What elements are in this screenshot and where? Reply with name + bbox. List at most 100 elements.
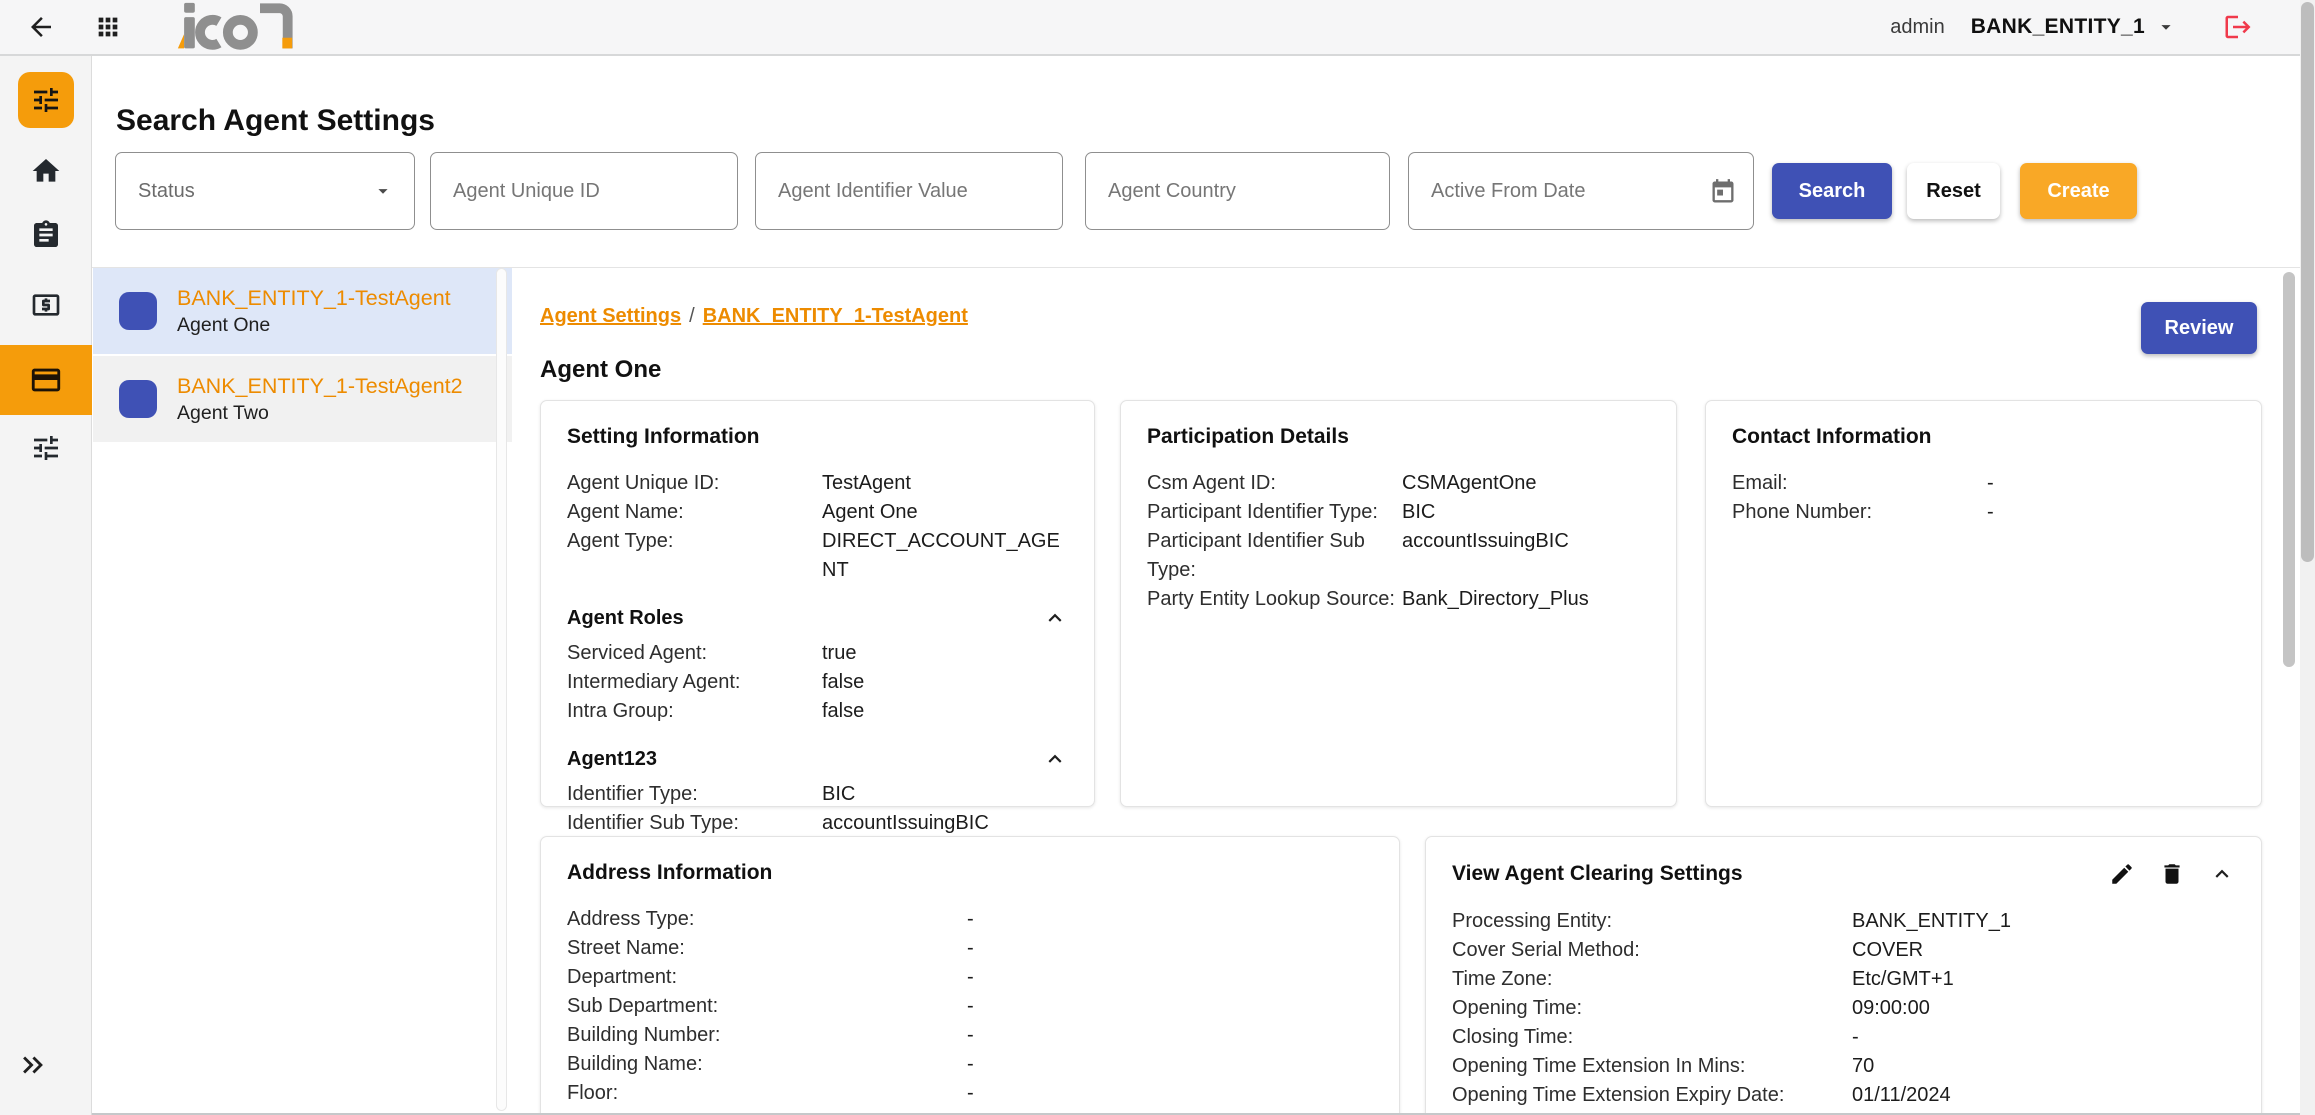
field-row: Department: -	[567, 963, 1373, 992]
agent-list-item[interactable]: BANK_ENTITY_1-TestAgent Agent One	[93, 268, 512, 354]
field-row: Processing Entity: BANK_ENTITY_1	[1452, 907, 2235, 936]
app-window: admin BANK_ENTITY_1 Se	[0, 0, 2315, 1115]
field-row: Building Name: -	[567, 1050, 1373, 1079]
clipboard-icon	[30, 219, 62, 251]
field-value: BIC	[822, 780, 1068, 809]
field-label: Participant Identifier Sub Type:	[1147, 527, 1402, 585]
apps-grid-icon[interactable]	[94, 13, 122, 41]
agent-identifier-value-input[interactable]	[756, 153, 1062, 229]
active-from-date-input[interactable]	[1409, 153, 1753, 229]
status-select[interactable]: Status	[115, 152, 415, 230]
agent-detail-title: Agent One	[540, 356, 661, 384]
content-scrollbar[interactable]	[2283, 272, 2295, 667]
field-value: CSMAgentOne	[1402, 469, 1650, 498]
field-row: Participant Identifier Sub Type: account…	[1147, 527, 1650, 585]
field-value: Etc/GMT+1	[1852, 965, 2235, 994]
review-button[interactable]: Review	[2141, 302, 2257, 354]
calendar-icon[interactable]	[1709, 178, 1737, 206]
caret-down-icon	[372, 180, 394, 202]
card-title: Setting Information	[567, 425, 760, 449]
field-label: Phone Number:	[1732, 498, 1987, 527]
field-value: 70	[1852, 1052, 2235, 1081]
field-value: -	[1852, 1023, 2235, 1052]
field-row: Opening Time Extension Expiry Date: 01/1…	[1452, 1081, 2235, 1110]
field-value: COVER	[1852, 936, 2235, 965]
field-label: Closing Time:	[1452, 1023, 1852, 1052]
logout-icon[interactable]	[2223, 12, 2253, 42]
edit-pencil-icon[interactable]	[2109, 861, 2135, 887]
agent-item-name: Agent One	[177, 312, 451, 338]
home-icon	[30, 155, 62, 187]
address-information-card: Address Information Address Type: - Stre…	[540, 836, 1400, 1115]
sidebar-item-configuration[interactable]	[0, 431, 92, 465]
agent-unique-id-field	[430, 152, 738, 230]
agent-unique-id-input[interactable]	[431, 153, 737, 229]
chevron-up-icon[interactable]	[1042, 746, 1068, 772]
credit-card-icon	[29, 363, 63, 397]
reset-button[interactable]: Reset	[1907, 163, 2000, 219]
sidebar-expand-button[interactable]	[16, 1048, 50, 1087]
field-value: -	[1987, 498, 2235, 527]
field-row: Closing Time: -	[1452, 1023, 2235, 1052]
field-row: Participant Identifier Type: BIC	[1147, 498, 1650, 527]
sidebar-item-agent-settings-active[interactable]	[0, 345, 92, 415]
field-row: Floor: -	[567, 1079, 1373, 1108]
field-row: Agent Unique ID: TestAgent	[567, 469, 1068, 498]
tune-icon	[30, 84, 62, 116]
chevron-up-icon[interactable]	[1042, 605, 1068, 631]
field-row: Phone Number: -	[1732, 498, 2235, 527]
field-label: Intra Group:	[567, 697, 822, 726]
field-label: Agent Unique ID:	[567, 469, 822, 498]
field-row: Intra Group: false	[567, 697, 1068, 726]
field-value: 01/11/2024	[1852, 1081, 2235, 1110]
field-label: Department:	[567, 963, 967, 992]
page-scrollbar[interactable]	[2301, 2, 2314, 562]
topbar: admin BANK_ENTITY_1	[0, 0, 2315, 56]
agent-list: BANK_ENTITY_1-TestAgent Agent One BANK_E…	[93, 268, 512, 1115]
field-label: Opening Time Extension In Mins:	[1452, 1052, 1852, 1081]
page-scrollbar-track	[2300, 0, 2315, 1115]
field-value: -	[967, 1050, 1373, 1079]
create-button[interactable]: Create	[2020, 163, 2137, 219]
agent-list-item[interactable]: BANK_ENTITY_1-TestAgent2 Agent Two	[93, 356, 512, 442]
breadcrumb-current-agent-link[interactable]: BANK_ENTITY_1-TestAgent	[703, 305, 968, 327]
agent-list-scrollbar[interactable]	[496, 268, 507, 1111]
chevron-up-icon[interactable]	[2209, 861, 2235, 887]
card-title: Participation Details	[1147, 425, 1349, 449]
field-label: Sub Department:	[567, 992, 967, 1021]
field-row: Time Zone: Etc/GMT+1	[1452, 965, 2235, 994]
double-chevron-right-icon	[16, 1048, 50, 1082]
field-value: -	[967, 992, 1373, 1021]
trash-icon[interactable]	[2159, 861, 2185, 887]
sidebar-item-payments[interactable]	[0, 288, 92, 322]
agent-item-id: BANK_ENTITY_1-TestAgent	[177, 285, 451, 312]
breadcrumb-agent-settings-link[interactable]: Agent Settings	[540, 305, 681, 327]
sidebar-item-home[interactable]	[0, 154, 92, 188]
sidebar-item-agent-settings-tile[interactable]	[18, 72, 74, 128]
sidebar-item-tasks[interactable]	[0, 218, 92, 252]
back-arrow-icon[interactable]	[26, 12, 56, 42]
entity-name: BANK_ENTITY_1	[1971, 15, 2145, 39]
field-label: Identifier Sub Type:	[567, 809, 822, 838]
field-label: Time Zone:	[1452, 965, 1852, 994]
active-from-date-field	[1408, 152, 1754, 230]
agent-country-input[interactable]	[1086, 153, 1389, 229]
field-value: accountIssuingBIC	[1402, 527, 1650, 556]
page-title: Search Agent Settings	[116, 104, 435, 138]
caret-down-icon	[2155, 16, 2177, 38]
status-select-value: Status	[138, 180, 195, 203]
search-button[interactable]: Search	[1772, 163, 1892, 219]
field-label: Opening Time:	[1452, 994, 1852, 1023]
field-row: Party Entity Lookup Source: Bank_Directo…	[1147, 585, 1650, 614]
field-value: -	[967, 934, 1373, 963]
field-value: false	[822, 697, 1068, 726]
entity-selector[interactable]: BANK_ENTITY_1	[1971, 15, 2177, 39]
agent-country-field	[1085, 152, 1390, 230]
card-title: View Agent Clearing Settings	[1452, 862, 1743, 886]
payments-icon	[30, 289, 62, 321]
field-value: true	[822, 639, 1068, 668]
field-value: accountIssuingBIC	[822, 809, 1068, 838]
field-row: Sub Department: -	[567, 992, 1373, 1021]
field-label: Participant Identifier Type:	[1147, 498, 1402, 527]
setting-information-card: Setting Information Agent Unique ID: Tes…	[540, 400, 1095, 807]
